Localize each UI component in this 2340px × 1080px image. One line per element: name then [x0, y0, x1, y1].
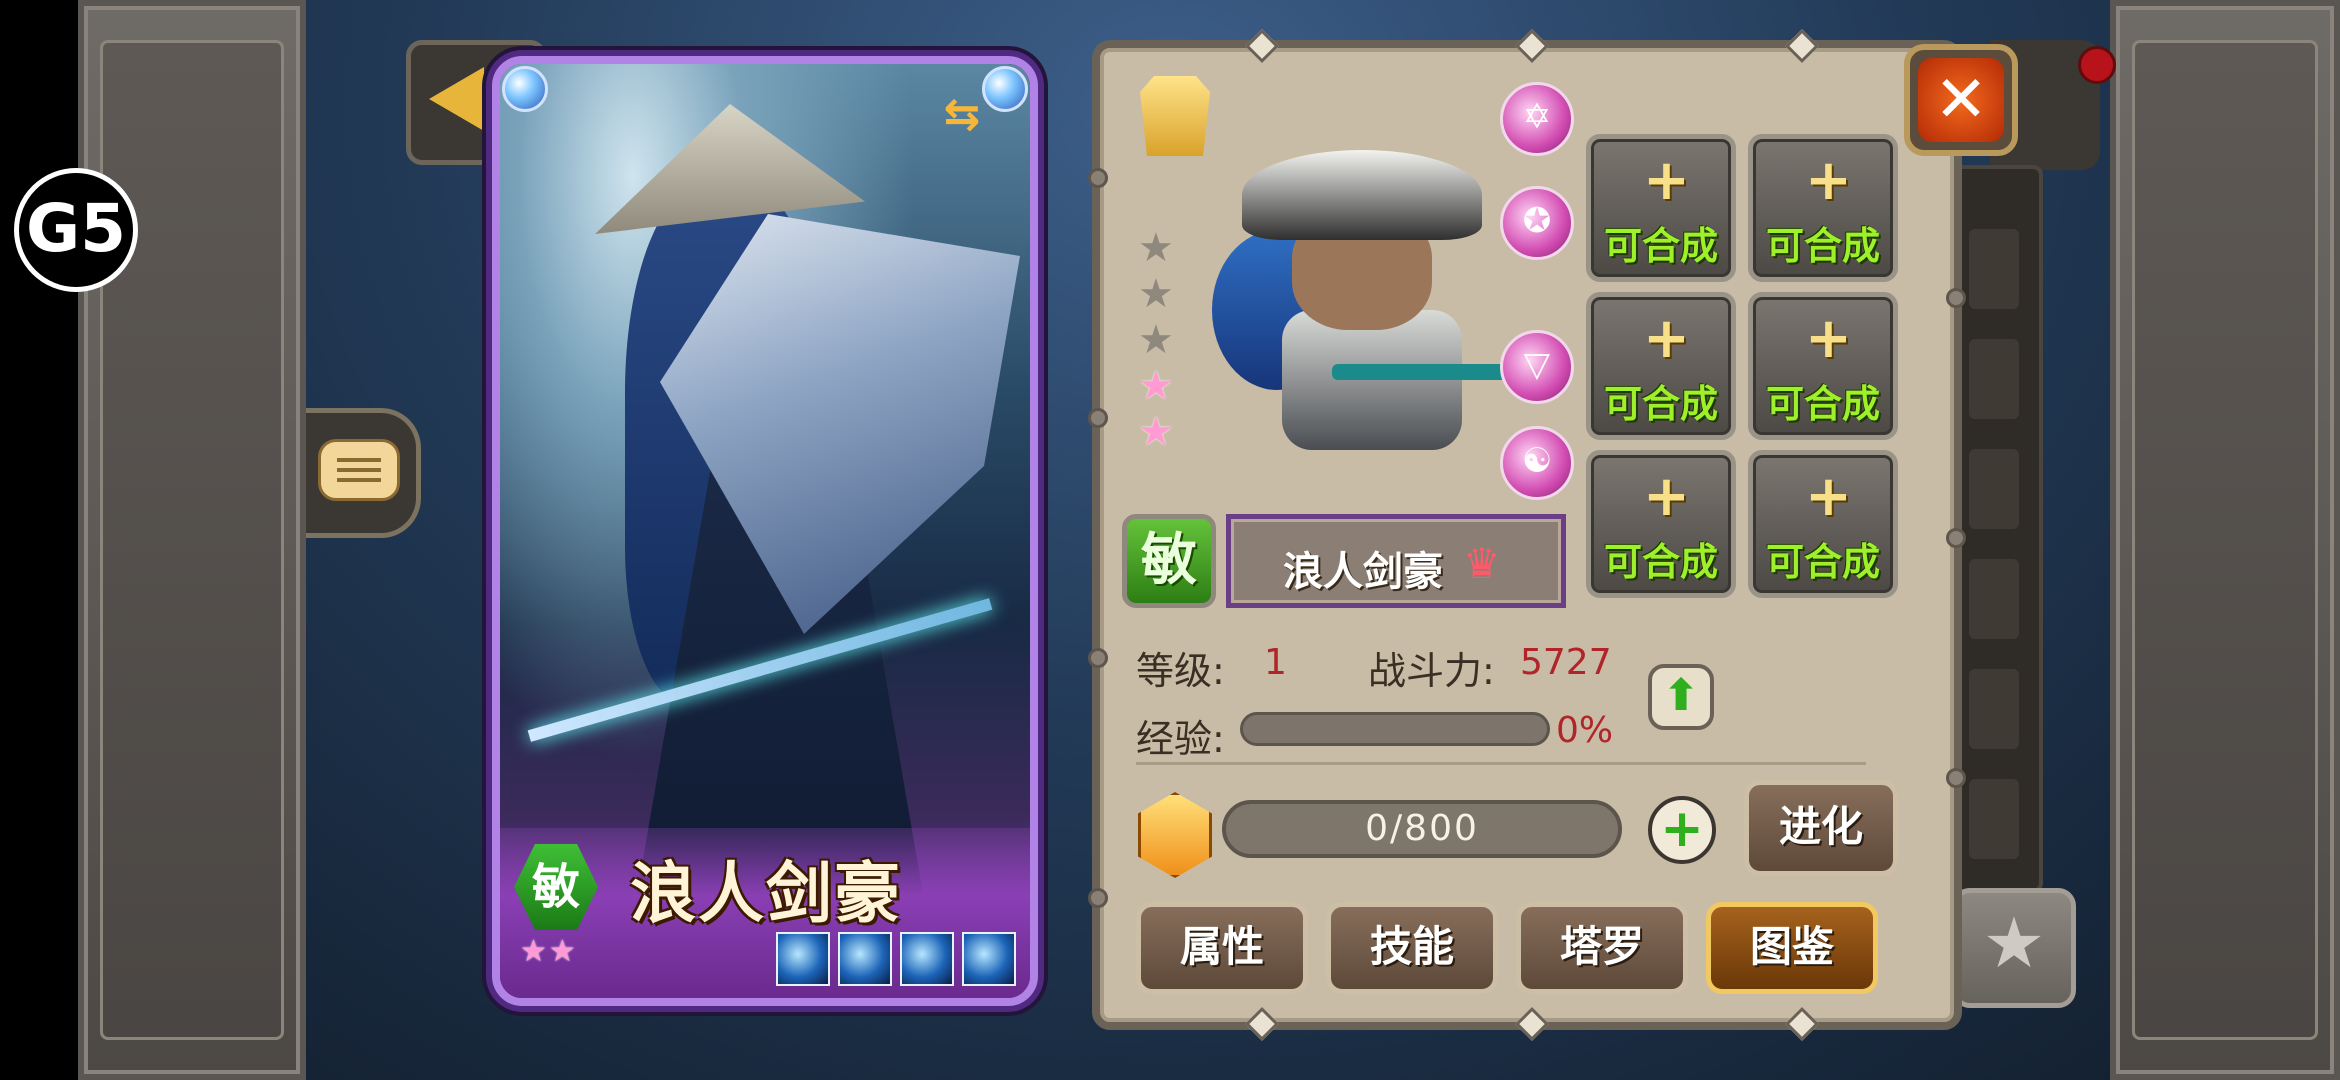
hero-chibi-model: [1172, 150, 1542, 480]
card-star-rating: ★★: [520, 934, 578, 969]
rank-star-empty-icon: ★: [1138, 317, 1174, 363]
triangle-talent-icon[interactable]: ▽: [1500, 330, 1574, 404]
swirl-talent-icon[interactable]: ☯: [1500, 426, 1574, 500]
wave-skill-icon[interactable]: [838, 932, 892, 986]
corner-gem-icon: [982, 66, 1028, 112]
evolve-button[interactable]: 进化: [1744, 780, 1898, 876]
tab-tarot[interactable]: 塔罗: [1516, 902, 1688, 994]
star-icon: ★: [1982, 902, 2046, 984]
equip-slot[interactable]: + 可合成: [1748, 134, 1898, 282]
shard-progress-bar: 0/800: [1222, 800, 1622, 858]
hexagram-talent-icon[interactable]: ✡: [1500, 82, 1574, 156]
equip-slot[interactable]: + 可合成: [1586, 292, 1736, 440]
plus-icon: +: [1643, 464, 1690, 529]
storm-skill-icon[interactable]: [962, 932, 1016, 986]
add-shard-button[interactable]: +: [1648, 796, 1716, 864]
equip-slot-label: 可合成: [1603, 224, 1718, 268]
tab-skills[interactable]: 技能: [1326, 902, 1498, 994]
hero-card: ⇆ 敏 浪人剑豪 ★★: [492, 56, 1038, 1006]
swap-icon[interactable]: ⇆: [934, 92, 990, 138]
hero-type-badge: 敏: [1122, 514, 1216, 608]
equip-slot-label: 可合成: [1603, 540, 1718, 584]
crown-icon: ♛: [1463, 539, 1501, 588]
hero-name-box: 浪人剑豪 ♛: [1226, 514, 1566, 608]
ronin-skill-icon[interactable]: [900, 932, 954, 986]
armor-icon[interactable]: [1140, 76, 1210, 156]
arrow-left-icon: [429, 67, 484, 131]
equip-slot[interactable]: + 可合成: [1748, 292, 1898, 440]
rank-star-filled-icon: ★: [1138, 363, 1174, 409]
plus-icon: +: [1805, 148, 1852, 213]
power-value: 5727: [1520, 642, 1612, 683]
arrow-up-icon: ⬆: [1662, 670, 1700, 721]
left-letterbox: [0, 0, 78, 1080]
exp-label: 经验:: [1136, 717, 1225, 761]
right-side-panel: [2110, 0, 2340, 1080]
star-ring-talent-icon[interactable]: ✪: [1500, 186, 1574, 260]
chat-icon: [318, 439, 400, 501]
left-side-panel: [78, 0, 306, 1080]
chat-button[interactable]: [306, 408, 421, 538]
tab-codex[interactable]: 图鉴: [1706, 902, 1878, 994]
plus-icon: +: [1805, 306, 1852, 371]
exp-value: 0%: [1556, 710, 1614, 751]
equip-slot[interactable]: + 可合成: [1748, 450, 1898, 598]
close-button[interactable]: ✕: [1904, 44, 2018, 156]
divider: [1136, 762, 1866, 765]
equip-slot-label: 可合成: [1765, 540, 1880, 584]
close-icon: ✕: [1918, 58, 2004, 142]
plus-icon: +: [1805, 464, 1852, 529]
rank-star-empty-icon: ★: [1138, 225, 1174, 271]
ice-slash-skill-icon[interactable]: [776, 932, 830, 986]
equip-slot[interactable]: + 可合成: [1586, 450, 1736, 598]
equip-slot-label: 可合成: [1603, 382, 1718, 426]
plus-icon: +: [1643, 148, 1690, 213]
rank-star-empty-icon: ★: [1138, 271, 1174, 317]
card-skill-icons: [776, 932, 1016, 986]
g5-logo: G5: [14, 168, 138, 292]
corner-gem-icon: [502, 66, 548, 112]
card-hero-name: 浪人剑豪: [630, 855, 902, 932]
level-label: 等级:: [1136, 649, 1225, 693]
tab-attributes[interactable]: 属性: [1136, 902, 1308, 994]
level-value: 1: [1264, 642, 1287, 683]
power-label: 战斗力:: [1368, 649, 1495, 693]
equip-slot-label: 可合成: [1765, 382, 1880, 426]
rank-star-filled-icon: ★: [1138, 409, 1174, 455]
exp-progress-bar: [1240, 712, 1550, 746]
equip-slot[interactable]: + 可合成: [1586, 134, 1736, 282]
plus-icon: +: [1643, 306, 1690, 371]
favorite-star-button[interactable]: ★: [1952, 888, 2076, 1008]
hero-name: 浪人剑豪: [1283, 549, 1443, 595]
level-up-button[interactable]: ⬆: [1648, 664, 1714, 730]
equip-slot-label: 可合成: [1765, 224, 1880, 268]
plus-icon: +: [1660, 799, 1704, 859]
notification-dot: [2078, 46, 2116, 84]
